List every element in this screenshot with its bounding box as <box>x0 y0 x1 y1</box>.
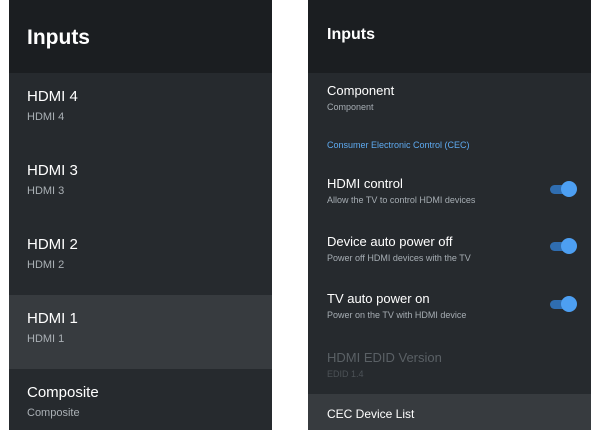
toggle-knob <box>561 238 577 254</box>
input-item-hdmi-2[interactable]: HDMI 2 HDMI 2 <box>9 221 272 295</box>
input-item-hdmi-1[interactable]: HDMI 1 HDMI 1 <box>9 295 272 369</box>
device-auto-power-off-toggle[interactable] <box>546 238 577 254</box>
input-item-label: HDMI 4 <box>27 88 78 105</box>
inputs-list-panel: Inputs HDMI 4 HDMI 4 HDMI 3 HDMI 3 HDMI … <box>9 0 272 430</box>
cec-device-list-label: CEC Device List <box>327 407 415 421</box>
hdmi-control-toggle[interactable] <box>546 181 577 197</box>
setting-description: EDID 1.4 <box>327 369 364 379</box>
component-label: Component <box>327 83 395 98</box>
cec-device-list-item[interactable]: CEC Device List <box>308 394 591 430</box>
cec-section-header: Consumer Electronic Control (CEC) <box>327 140 470 150</box>
input-item-sublabel: Composite <box>27 407 80 419</box>
page-title: Inputs <box>27 26 90 49</box>
input-item-sublabel: HDMI 3 <box>27 185 65 197</box>
input-item-hdmi-3[interactable]: HDMI 3 HDMI 3 <box>9 147 272 221</box>
input-settings-panel: Inputs Component Component Consumer Elec… <box>308 0 591 430</box>
input-item-label: HDMI 1 <box>27 310 78 327</box>
toggle-knob <box>561 296 577 312</box>
input-item-hdmi-4[interactable]: HDMI 4 HDMI 4 <box>9 73 272 147</box>
settings-header: Inputs <box>308 0 591 73</box>
component-sublabel: Component <box>327 102 374 112</box>
input-item-sublabel: HDMI 4 <box>27 111 65 123</box>
toggle-knob <box>561 181 577 197</box>
input-item-label: HDMI 2 <box>27 236 78 253</box>
input-item-sublabel: HDMI 2 <box>27 259 65 271</box>
setting-description: Power off HDMI devices with the TV <box>327 253 471 263</box>
component-item[interactable]: Component Component <box>308 83 591 112</box>
input-item-label: Composite <box>27 384 99 401</box>
tv-auto-power-on-toggle[interactable] <box>546 296 577 312</box>
input-item-composite[interactable]: Composite Composite <box>9 369 272 430</box>
hdmi-edid-version-setting: HDMI EDID Version EDID 1.4 <box>308 350 591 379</box>
inputs-header: Inputs <box>9 0 272 73</box>
setting-label: HDMI EDID Version <box>327 350 442 365</box>
input-item-label: HDMI 3 <box>27 162 78 179</box>
settings-title: Inputs <box>327 26 375 43</box>
input-item-sublabel: HDMI 1 <box>27 333 65 345</box>
